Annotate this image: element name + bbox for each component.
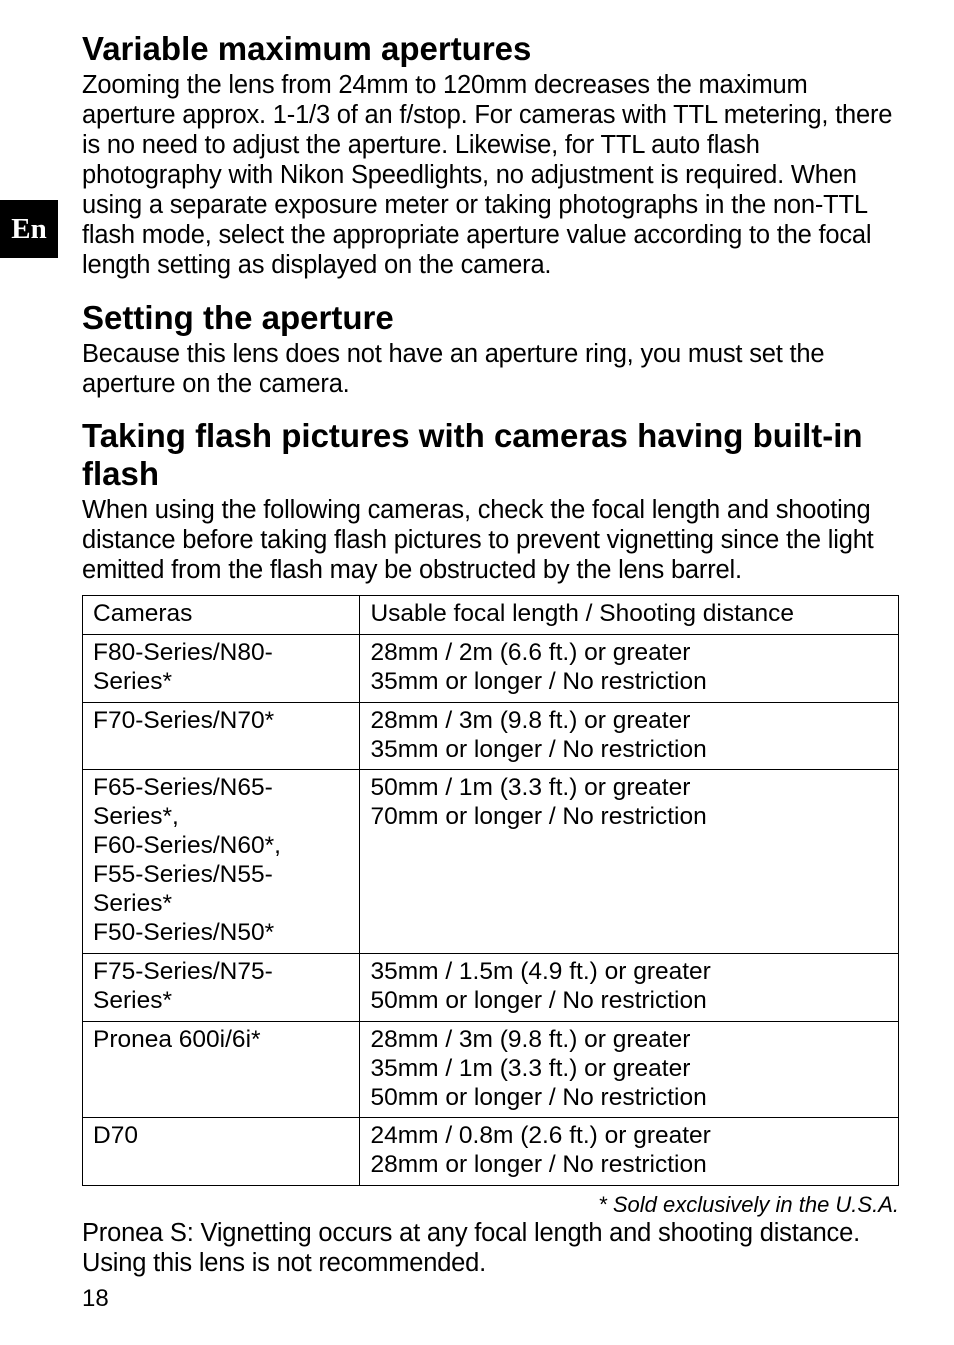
compatibility-table: Cameras Usable focal length / Shooting d…: [82, 595, 899, 1186]
table-row: F75-Series/N75-Series* 35mm / 1.5m (4.9 …: [83, 953, 899, 1021]
heading-variable-apertures: Variable maximum apertures: [82, 30, 899, 68]
cell-camera: F70-Series/N70*: [83, 702, 360, 770]
table-footnote: * Sold exclusively in the U.S.A.: [82, 1192, 899, 1218]
table-row: F80-Series/N80-Series* 28mm / 2m (6.6 ft…: [83, 634, 899, 702]
page: En Variable maximum apertures Zooming th…: [0, 0, 954, 1345]
heading-flash: Taking flash pictures with cameras havin…: [82, 417, 899, 493]
note-pronea-s: Pronea S: Vignetting occurs at any focal…: [82, 1218, 899, 1278]
table-row: Pronea 600i/6i* 28mm / 3m (9.8 ft.) or g…: [83, 1021, 899, 1118]
heading-setting-aperture: Setting the aperture: [82, 299, 899, 337]
table-row: F65-Series/N65-Series*,F60-Series/N60*,F…: [83, 770, 899, 953]
body-setting-aperture: Because this lens does not have an apert…: [82, 339, 899, 399]
cell-usable: 50mm / 1m (3.3 ft.) or greater70mm or lo…: [360, 770, 899, 953]
body-variable-apertures: Zooming the lens from 24mm to 120mm decr…: [82, 70, 899, 281]
table-header-usable: Usable focal length / Shooting distance: [360, 595, 899, 634]
cell-usable: 28mm / 3m (9.8 ft.) or greater35mm / 1m …: [360, 1021, 899, 1118]
cell-camera: F75-Series/N75-Series*: [83, 953, 360, 1021]
cell-usable: 28mm / 2m (6.6 ft.) or greater35mm or lo…: [360, 634, 899, 702]
language-tab: En: [0, 200, 58, 258]
cell-usable: 24mm / 0.8m (2.6 ft.) or greater28mm or …: [360, 1118, 899, 1186]
table-row: F70-Series/N70* 28mm / 3m (9.8 ft.) or g…: [83, 702, 899, 770]
cell-camera: Pronea 600i/6i*: [83, 1021, 360, 1118]
cell-camera: F65-Series/N65-Series*,F60-Series/N60*,F…: [83, 770, 360, 953]
page-number: 18: [82, 1285, 109, 1313]
table-row: D70 24mm / 0.8m (2.6 ft.) or greater28mm…: [83, 1118, 899, 1186]
cell-usable: 28mm / 3m (9.8 ft.) or greater35mm or lo…: [360, 702, 899, 770]
body-flash: When using the following cameras, check …: [82, 495, 899, 585]
cell-usable: 35mm / 1.5m (4.9 ft.) or greater50mm or …: [360, 953, 899, 1021]
cell-camera: F80-Series/N80-Series*: [83, 634, 360, 702]
table-header-row: Cameras Usable focal length / Shooting d…: [83, 595, 899, 634]
table-header-cameras: Cameras: [83, 595, 360, 634]
cell-camera: D70: [83, 1118, 360, 1186]
